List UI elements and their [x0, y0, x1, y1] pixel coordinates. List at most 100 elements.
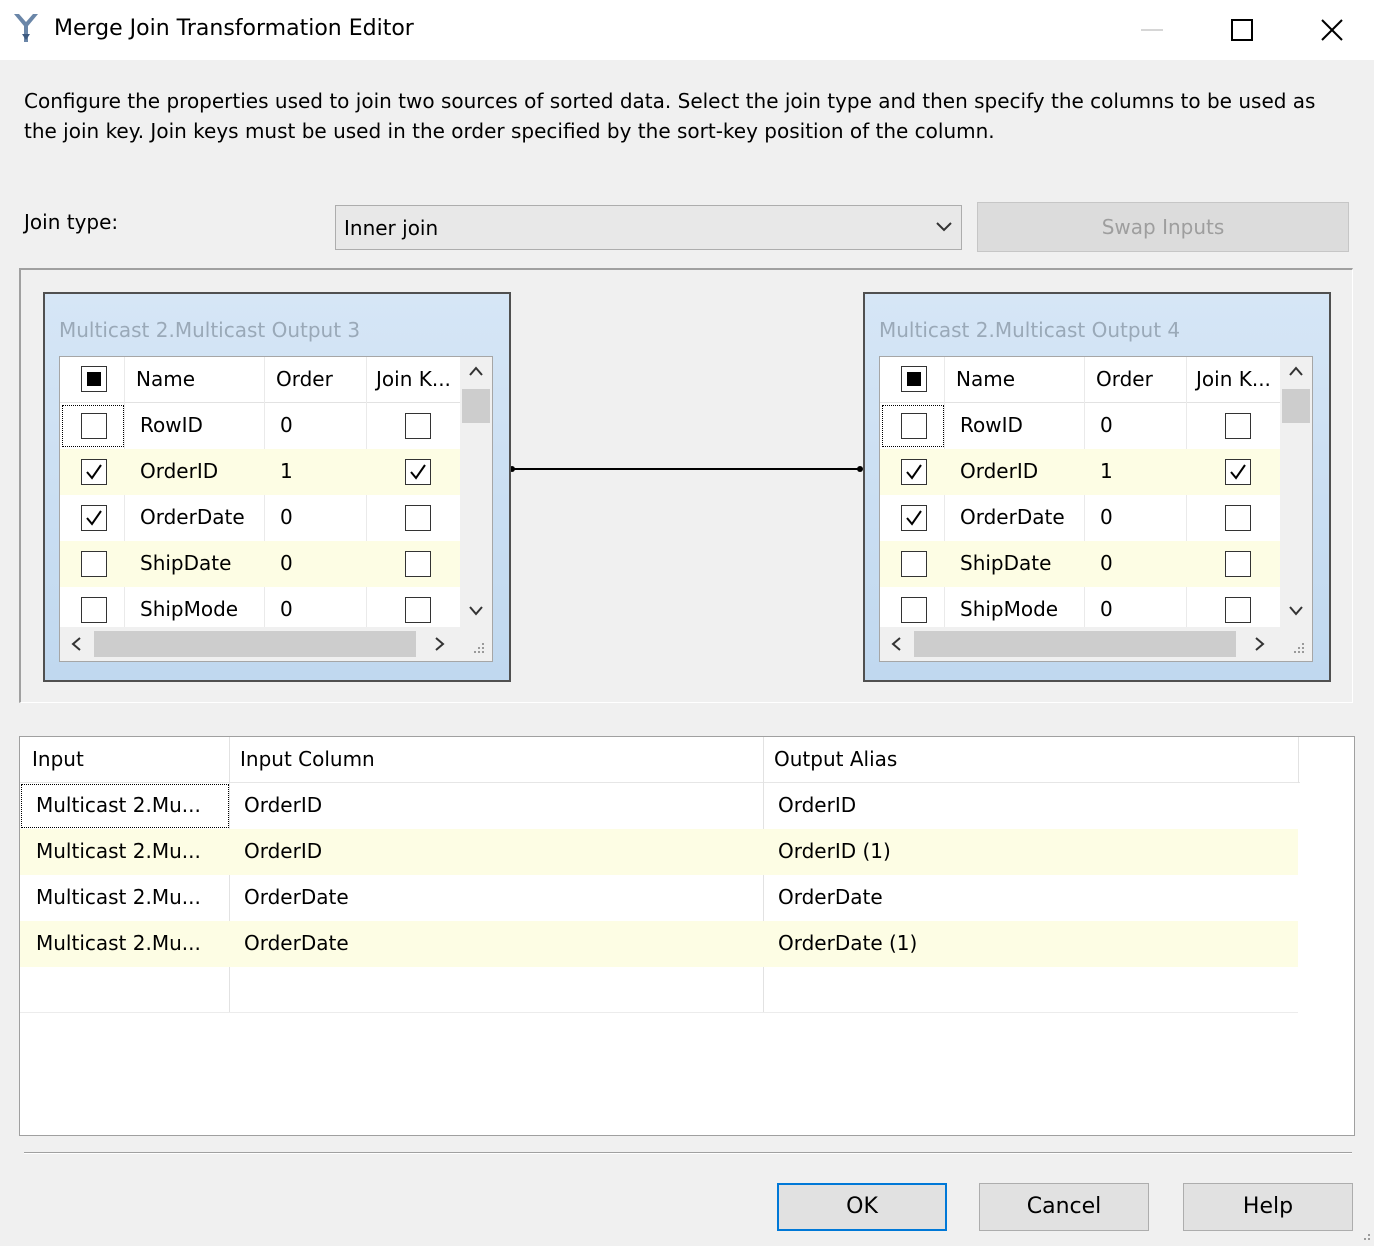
scroll-down-icon — [469, 606, 483, 616]
column-select-checkbox[interactable] — [901, 551, 927, 577]
join-key-checkbox[interactable] — [405, 597, 431, 623]
row-input: Multicast 2.Mu... — [36, 885, 201, 909]
column-name: OrderID — [960, 459, 1039, 483]
column-divider — [1298, 737, 1299, 783]
column-select-checkbox[interactable] — [81, 459, 107, 485]
header-output-alias[interactable]: Output Alias — [774, 747, 897, 771]
column-select-checkbox[interactable] — [901, 505, 927, 531]
header-order[interactable]: Order — [1096, 367, 1153, 391]
table-row[interactable]: ShipDate 0 — [880, 541, 1280, 587]
scrollbar-thumb[interactable] — [462, 389, 490, 423]
header-input-column[interactable]: Input Column — [240, 747, 375, 771]
join-key-checkbox[interactable] — [1225, 413, 1251, 439]
column-select-checkbox[interactable] — [901, 459, 927, 485]
scroll-left-icon — [891, 637, 901, 651]
table-row[interactable]: Multicast 2.Mu... OrderDate OrderDate (1… — [20, 921, 1298, 967]
join-key-checkbox[interactable] — [1225, 551, 1251, 577]
join-key-checkbox[interactable] — [1225, 597, 1251, 623]
scroll-up-icon — [1289, 366, 1303, 376]
header-name[interactable]: Name — [136, 367, 195, 391]
resize-grip-icon[interactable] — [1292, 641, 1306, 655]
column-select-checkbox[interactable] — [81, 551, 107, 577]
column-name: ShipDate — [960, 551, 1052, 575]
column-order: 0 — [280, 413, 293, 437]
right-input-title: Multicast 2.Multicast Output 4 — [879, 318, 1181, 342]
column-order: 0 — [1100, 413, 1113, 437]
table-row[interactable]: ShipDate 0 — [60, 541, 460, 587]
scrollbar-thumb[interactable] — [94, 631, 416, 657]
scroll-up-icon — [469, 366, 483, 376]
table-row[interactable]: OrderID 1 — [60, 449, 460, 495]
join-key-checkbox[interactable] — [405, 413, 431, 439]
table-row[interactable]: OrderDate 0 — [60, 495, 460, 541]
table-row[interactable]: Multicast 2.Mu... OrderID OrderID (1) — [20, 829, 1298, 875]
table-row[interactable]: RowID 0 — [880, 403, 1280, 449]
column-name: ShipMode — [960, 597, 1059, 621]
table-row[interactable]: RowID 0 — [60, 403, 460, 449]
right-input-panel[interactable]: Multicast 2.Multicast Output 4 Name Orde… — [863, 292, 1331, 682]
header-input[interactable]: Input — [32, 747, 84, 771]
horizontal-scrollbar[interactable] — [880, 627, 1312, 661]
header-order[interactable]: Order — [276, 367, 333, 391]
vertical-scrollbar[interactable] — [1280, 357, 1312, 627]
row-input-column: OrderDate — [244, 931, 349, 955]
cancel-button[interactable]: Cancel — [979, 1183, 1149, 1231]
row-output-alias[interactable]: OrderID (1) — [778, 839, 891, 863]
left-input-panel[interactable]: Multicast 2.Multicast Output 3 Name Orde… — [43, 292, 511, 682]
table-row[interactable]: OrderID 1 — [880, 449, 1280, 495]
new-row[interactable] — [20, 967, 1298, 1013]
row-input: Multicast 2.Mu... — [36, 931, 201, 955]
maximize-button[interactable] — [1196, 0, 1288, 60]
column-name: RowID — [140, 413, 203, 437]
join-key-checkbox[interactable] — [405, 459, 431, 485]
column-order: 0 — [280, 551, 293, 575]
table-row[interactable]: ShipMode 0 — [880, 587, 1280, 627]
join-key-checkbox[interactable] — [1225, 505, 1251, 531]
scrollbar-thumb[interactable] — [1282, 389, 1310, 423]
row-output-alias[interactable]: OrderID — [778, 793, 856, 817]
indeterminate-icon — [87, 372, 101, 386]
join-key-checkbox[interactable] — [1225, 459, 1251, 485]
table-row[interactable]: OrderDate 0 — [880, 495, 1280, 541]
window-resize-grip-icon[interactable] — [1360, 1232, 1372, 1244]
minimize-button[interactable] — [1106, 0, 1198, 60]
column-select-checkbox[interactable] — [81, 597, 107, 623]
swap-inputs-button[interactable]: Swap Inputs — [977, 202, 1349, 252]
column-order: 0 — [1100, 551, 1113, 575]
join-type-select[interactable]: Inner join — [335, 205, 962, 250]
join-key-checkbox[interactable] — [405, 505, 431, 531]
help-button[interactable]: Help — [1183, 1183, 1353, 1231]
column-select-checkbox[interactable] — [901, 597, 927, 623]
merge-join-icon — [14, 14, 38, 42]
table-row[interactable]: Multicast 2.Mu... OrderID OrderID — [20, 783, 1298, 829]
column-select-checkbox[interactable] — [81, 413, 107, 439]
row-input-column: OrderDate — [244, 885, 349, 909]
select-all-checkbox[interactable] — [81, 366, 107, 392]
table-row[interactable]: Multicast 2.Mu... OrderDate OrderDate — [20, 875, 1298, 921]
column-name: OrderDate — [960, 505, 1065, 529]
header-join-key[interactable]: Join K... — [1196, 367, 1271, 391]
column-select-checkbox[interactable] — [81, 505, 107, 531]
vertical-scrollbar[interactable] — [460, 357, 492, 627]
row-output-alias[interactable]: OrderDate — [778, 885, 883, 909]
close-button[interactable] — [1286, 0, 1374, 60]
scrollbar-thumb[interactable] — [914, 631, 1236, 657]
select-all-checkbox[interactable] — [901, 366, 927, 392]
row-output-alias[interactable]: OrderDate (1) — [778, 931, 917, 955]
left-input-title: Multicast 2.Multicast Output 3 — [59, 318, 361, 342]
header-name[interactable]: Name — [956, 367, 1015, 391]
column-name: OrderDate — [140, 505, 245, 529]
table-row[interactable]: ShipMode 0 — [60, 587, 460, 627]
header-join-key[interactable]: Join K... — [376, 367, 451, 391]
right-grid-header: Name Order Join K... — [880, 357, 1280, 403]
footer-separator-highlight — [24, 1153, 1352, 1154]
join-key-checkbox[interactable] — [405, 551, 431, 577]
scroll-right-icon — [1255, 637, 1265, 651]
ok-button[interactable]: OK — [777, 1183, 947, 1231]
horizontal-scrollbar[interactable] — [60, 627, 492, 661]
column-select-checkbox[interactable] — [901, 413, 927, 439]
column-order: 0 — [280, 505, 293, 529]
resize-grip-icon[interactable] — [472, 641, 486, 655]
column-order: 1 — [1100, 459, 1113, 483]
checkmark-icon — [906, 510, 922, 526]
